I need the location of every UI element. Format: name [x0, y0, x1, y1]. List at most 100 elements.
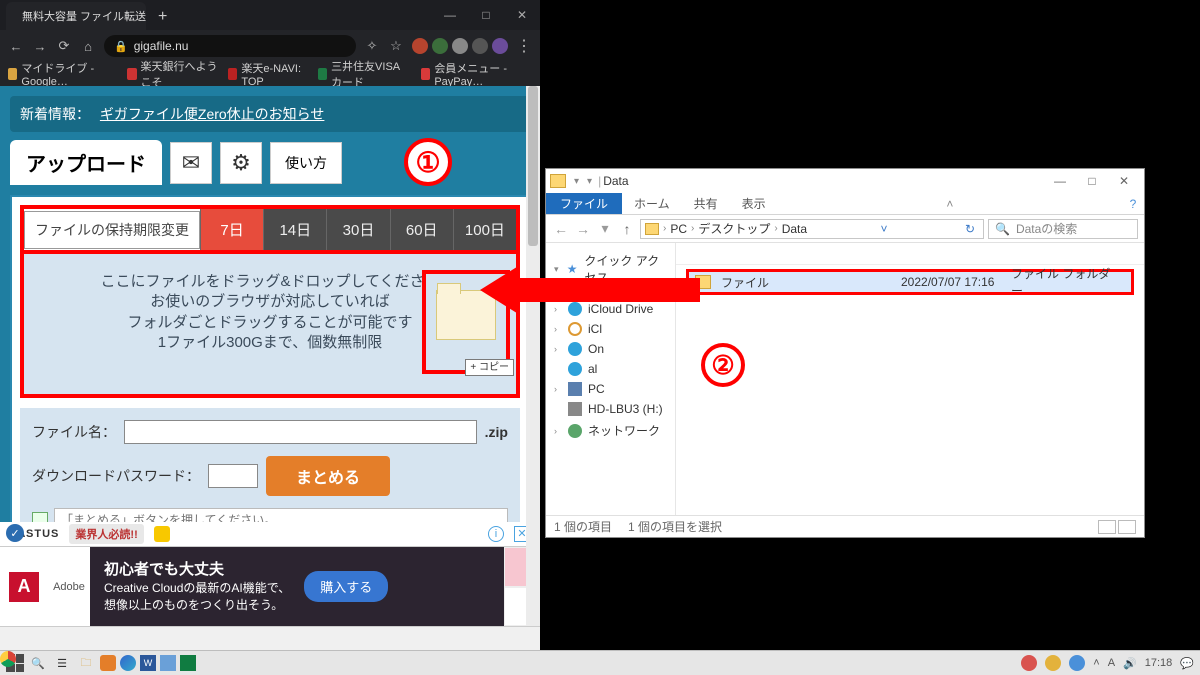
extension-icon[interactable]	[432, 38, 448, 54]
adobe-logo-icon: A	[9, 572, 39, 602]
retention-option-100[interactable]: 100日	[453, 209, 516, 250]
bookmark[interactable]: マイドライブ - Google…	[8, 60, 117, 88]
icons-view-icon[interactable]	[1118, 520, 1136, 534]
retention-option-60[interactable]: 60日	[390, 209, 453, 250]
scrollbar-track[interactable]	[526, 86, 540, 626]
breadcrumb-item[interactable]: デスクトップ	[698, 220, 770, 237]
details-view-icon[interactable]	[1098, 520, 1116, 534]
breadcrumb-item[interactable]: Data	[782, 222, 807, 236]
qa-dropdown-icon[interactable]: ▾	[570, 176, 583, 187]
up-icon[interactable]: ↑	[618, 221, 636, 237]
dropdown-icon[interactable]: ˅	[877, 222, 892, 236]
back-icon[interactable]: ←	[552, 221, 570, 237]
excel-icon[interactable]	[180, 655, 196, 671]
ribbon-file-tab[interactable]: ファイル	[546, 193, 622, 214]
back-icon[interactable]: ←	[8, 38, 24, 54]
volume-icon[interactable]: 🔊	[1123, 657, 1137, 670]
title-separator: |	[596, 174, 603, 188]
minimize-icon[interactable]: —	[432, 0, 468, 30]
qa-dropdown-icon[interactable]: ▾	[583, 176, 596, 187]
close-icon[interactable]: ✕	[1108, 169, 1140, 193]
nav-icloud-drive[interactable]: ›iCloud Drive	[550, 299, 671, 319]
howto-button[interactable]: 使い方	[270, 142, 342, 184]
search-box[interactable]: 🔍 Dataの検索	[988, 219, 1138, 239]
nav-pc[interactable]: ›PC	[550, 379, 671, 399]
col-name[interactable]	[686, 245, 698, 262]
ad-banner[interactable]: A Adobe 初心者でも大丈夫 Creative Cloudの最新のAI機能で…	[0, 546, 540, 626]
clock[interactable]: 17:18	[1145, 657, 1173, 669]
nav-onedrive-personal[interactable]: al	[550, 359, 671, 379]
bundle-button[interactable]: まとめる	[266, 456, 390, 496]
ad-info-icon[interactable]: i	[488, 526, 504, 542]
mail-button[interactable]: ✉	[170, 142, 212, 184]
file-row-selected[interactable]: ファイル 2022/07/07 17:16 ファイル フォルダー	[686, 269, 1134, 295]
extension-icon[interactable]	[412, 38, 428, 54]
search-icon[interactable]: 🔍	[28, 653, 48, 673]
password-input[interactable]	[208, 464, 258, 488]
forward-icon[interactable]: →	[32, 38, 48, 54]
nav-label: On	[588, 342, 604, 356]
close-icon[interactable]: ✕	[504, 0, 540, 30]
breadcrumb[interactable]: › PC › デスクトップ › Data ˅ ↻	[640, 219, 984, 239]
chrome-icon[interactable]	[0, 651, 16, 667]
nav-hd[interactable]: HD-LBU3 (H:)	[550, 399, 671, 419]
recent-dropdown-icon[interactable]: ▾	[596, 220, 614, 237]
breadcrumb-item[interactable]: PC	[670, 222, 687, 236]
maximize-icon[interactable]: □	[468, 0, 504, 30]
file-date: 2022/07/07 17:16	[901, 275, 1001, 289]
nav-label: iCloud Drive	[588, 302, 653, 316]
vlc-icon[interactable]	[100, 655, 116, 671]
nav-icloud[interactable]: ›iCl	[550, 319, 671, 339]
nav-onedrive[interactable]: ›On	[550, 339, 671, 359]
ribbon-tab-home[interactable]: ホーム	[622, 193, 682, 214]
tray-chevron-icon[interactable]: ˄	[1093, 657, 1099, 669]
bookmark[interactable]: 楽天e-NAVI: TOP	[228, 60, 308, 88]
new-tab-button[interactable]: +	[152, 8, 173, 30]
retention-option-14[interactable]: 14日	[263, 209, 326, 250]
chevron-icon: ›	[774, 223, 777, 234]
menu-icon[interactable]: ⋮	[516, 38, 532, 54]
explorer-icon[interactable]: 🗀	[76, 653, 96, 673]
bookmark[interactable]: 会員メニュー - PayPay…	[421, 60, 532, 88]
privacy-badge-icon[interactable]: ✓	[6, 524, 24, 542]
nav-network[interactable]: ›ネットワーク	[550, 419, 671, 442]
extension-icon[interactable]	[472, 38, 488, 54]
refresh-icon[interactable]: ↻	[961, 222, 979, 236]
ime-icon[interactable]: A	[1108, 657, 1115, 669]
ribbon-tab-share[interactable]: 共有	[682, 193, 730, 214]
address-bar[interactable]: 🔒 gigafile.nu	[104, 35, 356, 57]
browser-tab[interactable]: 無料大容量 ファイル転送サービス G… ✕	[6, 2, 146, 30]
dropzone[interactable]: ここにファイルをドラッグ&ドロップしてください お使いのブラウザが対応していれば…	[24, 254, 516, 394]
extension-puzzle-icon[interactable]	[452, 38, 468, 54]
retention-option-7[interactable]: 7日	[200, 209, 263, 250]
forward-icon[interactable]: →	[574, 221, 592, 237]
ribbon-tab-view[interactable]: 表示	[730, 193, 778, 214]
ad-cta-button[interactable]: 購入する	[304, 571, 388, 602]
share-icon[interactable]: ✧	[364, 38, 380, 54]
scrollbar-thumb[interactable]	[528, 86, 538, 246]
notifications-icon[interactable]: 💬	[1180, 657, 1194, 670]
upload-tab[interactable]: アップロード	[10, 140, 162, 185]
retention-option-30[interactable]: 30日	[326, 209, 389, 250]
profile-icon[interactable]	[492, 38, 508, 54]
tray-icon[interactable]	[1069, 655, 1085, 671]
app-icon[interactable]	[160, 655, 176, 671]
filename-input[interactable]	[124, 420, 477, 444]
word-icon[interactable]: W	[140, 655, 156, 671]
tray-icon[interactable]	[1021, 655, 1037, 671]
home-icon[interactable]: ⌂	[80, 38, 96, 54]
column-headers[interactable]	[676, 243, 1144, 265]
reload-icon[interactable]: ⟳	[56, 38, 72, 54]
nav-quick-access[interactable]: ▾★クイック アクセス	[550, 249, 671, 289]
edge-icon[interactable]	[120, 655, 136, 671]
ribbon-collapse-icon[interactable]: ˄	[939, 193, 961, 214]
star-icon[interactable]: ☆	[388, 38, 404, 54]
maximize-icon[interactable]: □	[1076, 169, 1108, 193]
news-link[interactable]: ギガファイル便Zero休止のお知らせ	[100, 106, 325, 122]
settings-button[interactable]: ⚙	[220, 142, 262, 184]
ribbon-help-icon[interactable]: ?	[1122, 193, 1144, 214]
task-view-icon[interactable]: ☰	[52, 653, 72, 673]
system-tray: ˄ A 🔊 17:18 💬	[1021, 655, 1194, 671]
tray-icon[interactable]	[1045, 655, 1061, 671]
minimize-icon[interactable]: —	[1044, 169, 1076, 193]
